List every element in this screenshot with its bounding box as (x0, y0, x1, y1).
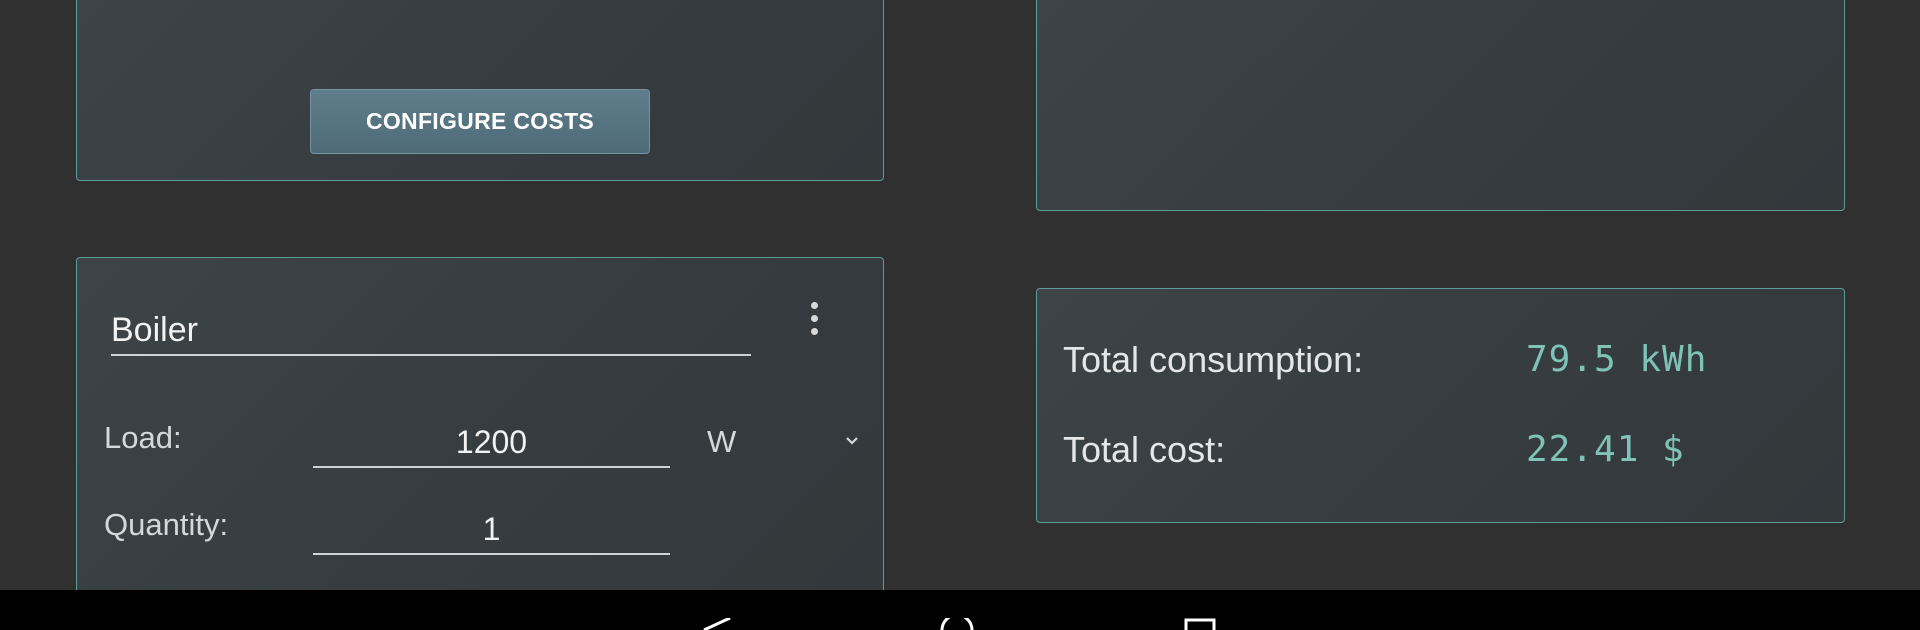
recents-icon[interactable] (1183, 618, 1217, 630)
total-cost-label: Total cost: (1063, 429, 1226, 470)
configure-costs-button-label: CONFIGURE COSTS (365, 108, 595, 134)
quantity-input[interactable]: 1 (313, 505, 670, 555)
device-name-input[interactable]: Boiler (111, 306, 751, 356)
load-label: Load: (104, 420, 182, 455)
home-icon[interactable] (940, 618, 974, 630)
configure-costs-button[interactable]: CONFIGURE COSTS (310, 89, 650, 154)
costs-card: CONFIGURE COSTS (76, 0, 884, 181)
total-consumption-value: 79.5 kWh (1526, 339, 1708, 380)
quantity-label: Quantity: (104, 507, 229, 542)
total-consumption-label: Total consumption: (1063, 339, 1364, 380)
load-unit-select[interactable]: W (707, 418, 867, 466)
navigation-bar (0, 590, 1920, 630)
back-icon[interactable] (700, 618, 734, 630)
total-cost-value: 22.41 $ (1526, 429, 1685, 470)
totals-card: Total consumption: 79.5 kWh Total cost: … (1036, 288, 1845, 523)
more-vert-icon[interactable] (799, 294, 829, 342)
app-screen: CONFIGURE COSTS Boiler Load: 1200 W Quan… (0, 0, 1920, 630)
device-card: Boiler Load: 1200 W Quantity: 1 (76, 257, 884, 597)
chart-card (1036, 0, 1845, 211)
load-input[interactable]: 1200 (313, 418, 670, 468)
load-unit-value: W (707, 424, 737, 459)
chevron-down-icon (846, 437, 858, 445)
